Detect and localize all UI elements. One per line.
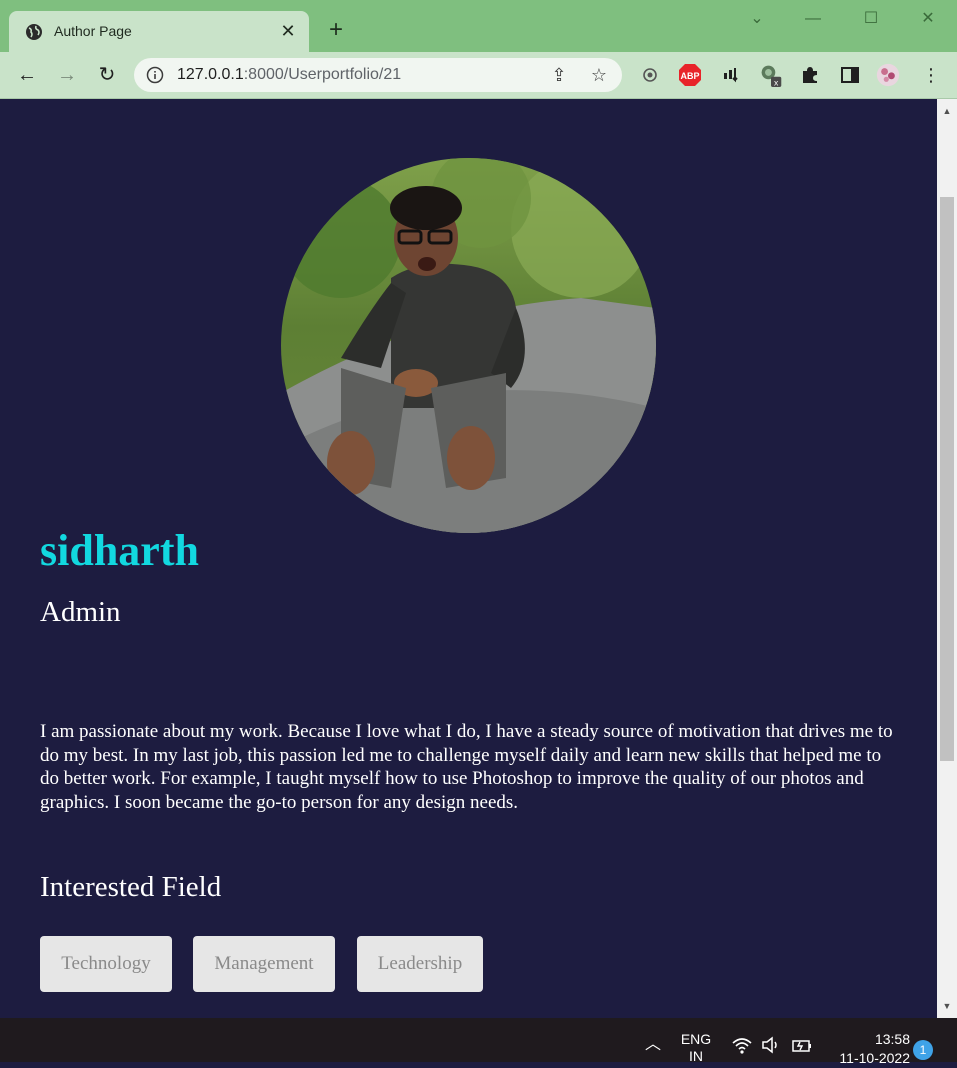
interest-chip-technology[interactable]: Technology: [40, 936, 172, 992]
interest-chip-management[interactable]: Management: [193, 936, 335, 992]
scroll-thumb[interactable]: [940, 197, 954, 761]
clock-time: 13:58: [874, 1031, 910, 1047]
sidepanel-icon[interactable]: [838, 63, 862, 87]
region-code: IN: [689, 1048, 703, 1064]
new-tab-button[interactable]: +: [324, 18, 348, 42]
adblock-label: ABP: [680, 71, 699, 81]
tab-author-page[interactable]: Author Page ✕: [9, 11, 309, 52]
profile-switcher-icon[interactable]: x: [759, 63, 783, 87]
share-icon[interactable]: ⇪: [548, 64, 570, 86]
forward-icon[interactable]: →: [54, 62, 80, 88]
profile-photo: [281, 158, 656, 533]
puzzle-icon[interactable]: [798, 63, 822, 87]
tab-search-icon[interactable]: ⌄: [742, 8, 772, 30]
bookmark-star-icon[interactable]: ☆: [588, 64, 610, 86]
volume-icon[interactable]: [760, 1036, 782, 1058]
avatar-icon[interactable]: [876, 63, 900, 87]
interests-heading: Interested Field: [40, 871, 222, 903]
tab-title: Author Page: [54, 23, 132, 39]
interest-chip-leadership[interactable]: Leadership: [357, 936, 483, 992]
language-code: ENG: [680, 1031, 712, 1047]
scroll-down-arrow-icon[interactable]: ▼: [937, 998, 957, 1014]
address-bar[interactable]: 127.0.0.1:8000/Userportfolio/21 ⇪ ☆: [134, 58, 622, 92]
windows-taskbar: ︿ ENG IN 13:58 11-10-2022: [0, 1018, 957, 1066]
wifi-icon[interactable]: [731, 1036, 753, 1058]
author-bio: I am passionate about my work. Because I…: [40, 721, 893, 813]
author-role: Admin: [40, 596, 121, 628]
browser-toolbar: ← → ↻ 127.0.0.1:8000/Userportfolio/21 ⇪ …: [0, 52, 957, 99]
close-window-icon[interactable]: ✕: [913, 8, 943, 30]
maximize-icon[interactable]: ☐: [856, 8, 886, 30]
globe-icon: [25, 23, 43, 41]
vertical-scrollbar[interactable]: ▲ ▼: [937, 99, 957, 1018]
chevron-up-icon[interactable]: ︿: [642, 1034, 664, 1056]
tab-close-icon[interactable]: ✕: [277, 20, 299, 42]
url-path: :8000/Userportfolio/21: [243, 66, 402, 83]
notification-badge[interactable]: 1: [913, 1040, 933, 1060]
svg-text:x: x: [774, 77, 779, 87]
battery-icon[interactable]: [791, 1036, 813, 1058]
back-icon[interactable]: ←: [14, 62, 40, 88]
clock-date: 11-10-2022: [839, 1050, 910, 1066]
language-indicator[interactable]: ENG IN: [676, 1031, 716, 1065]
scroll-up-arrow-icon[interactable]: ▲: [937, 103, 957, 119]
clock[interactable]: 13:58 11-10-2022: [826, 1030, 910, 1068]
site-info-icon[interactable]: [146, 66, 164, 84]
tab-strip: Author Page ✕ + ⌄ — ☐ ✕: [0, 0, 957, 52]
url-text: 127.0.0.1:8000/Userportfolio/21: [177, 66, 401, 84]
adblock-icon[interactable]: ABP: [678, 63, 702, 87]
reload-icon[interactable]: ↻: [94, 62, 120, 88]
url-host: 127.0.0.1: [177, 66, 244, 83]
lens-icon[interactable]: [638, 63, 662, 87]
page-viewport: sidharth Admin I am passionate about my …: [0, 99, 937, 1018]
menu-icon[interactable]: ⋮: [918, 62, 944, 88]
minimize-icon[interactable]: —: [798, 8, 828, 30]
tab-icon[interactable]: [719, 63, 743, 87]
author-name: sidharth: [40, 526, 199, 575]
